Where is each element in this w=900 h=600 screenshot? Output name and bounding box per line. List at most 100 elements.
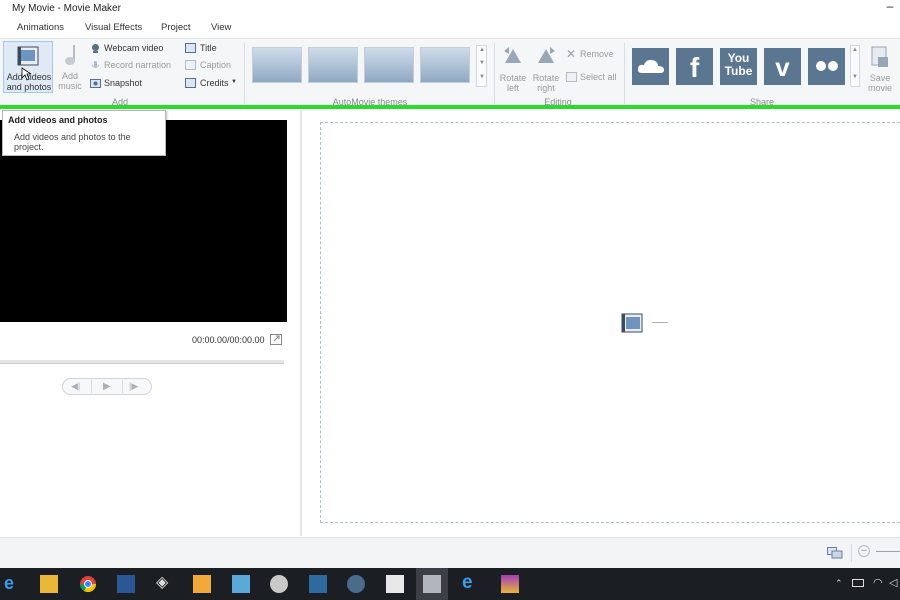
chevron-up-icon[interactable]: ⌃: [835, 578, 843, 589]
next-frame-button[interactable]: |▶: [129, 381, 138, 392]
share-youtube-button[interactable]: You Tube: [720, 48, 757, 85]
group-divider: [624, 43, 625, 105]
chrome-icon[interactable]: [79, 575, 97, 593]
film-photo-icon: [17, 46, 39, 66]
fullscreen-preview-icon[interactable]: [270, 334, 282, 345]
rotate-right-label: Rotate right: [532, 73, 560, 93]
save-movie-label: Save movie: [867, 73, 892, 93]
volume-icon[interactable]: ◁: [889, 576, 897, 589]
edge-icon[interactable]: e: [4, 574, 22, 592]
photos-icon[interactable]: [232, 575, 250, 593]
divider: [122, 380, 123, 393]
thumbnail-size-icon[interactable]: [827, 547, 843, 559]
caption-label: Caption: [200, 60, 232, 70]
webcam-label: Webcam video: [104, 43, 164, 53]
save-movie-button[interactable]: Save movie: [862, 43, 898, 93]
zoom-slider[interactable]: [876, 551, 900, 552]
snapshot-label: Snapshot: [104, 78, 143, 88]
gem-app-icon[interactable]: ◈: [156, 574, 174, 592]
caption-icon: [185, 60, 196, 70]
group-divider: [244, 43, 245, 105]
facebook-icon: f: [689, 52, 700, 83]
chevron-down-icon: ▼: [852, 74, 858, 80]
rotate-right-button[interactable]: Rotate right: [531, 43, 561, 93]
paint-icon[interactable]: [270, 575, 288, 593]
rotate-left-button[interactable]: Rotate left: [498, 43, 528, 93]
tooltip: Add videos and photos Add videos and pho…: [2, 110, 166, 156]
themes-gallery-scroll[interactable]: ▲ ▼ ▼: [476, 45, 487, 87]
group-divider: [494, 43, 495, 105]
steam-icon[interactable]: [347, 575, 365, 593]
add-music-button[interactable]: Add music: [56, 41, 84, 93]
window-title: My Movie - Movie Maker: [12, 3, 121, 14]
rotate-right-icon: [538, 47, 555, 63]
tab-animations[interactable]: Animations: [17, 22, 64, 33]
divider: [91, 380, 92, 393]
share-facebook-button[interactable]: f: [676, 48, 713, 85]
title-bar: My Movie - Movie Maker –: [0, 0, 900, 18]
save-movie-icon: [871, 46, 888, 67]
playback-controls: ◀| ▶ |▶: [62, 378, 152, 395]
theme-thumbnail[interactable]: [420, 47, 470, 83]
share-onedrive-button[interactable]: [632, 48, 669, 85]
chevron-up-icon: ▲: [852, 47, 858, 53]
theme-thumbnail[interactable]: [364, 47, 414, 83]
webcam-icon: [92, 44, 99, 53]
media-player-icon[interactable]: [193, 575, 211, 593]
movie-maker-icon: [423, 575, 441, 593]
previous-frame-button[interactable]: ◀|: [71, 381, 80, 392]
snapshot-icon: [90, 79, 101, 88]
gallery-expand-icon: ▼: [479, 74, 485, 80]
highlight-line: [0, 105, 900, 109]
tooltip-title: Add videos and photos: [8, 115, 108, 125]
minimize-button[interactable]: –: [884, 0, 896, 13]
ribbon-tabs: Animations Visual Effects Project View: [0, 18, 900, 38]
status-bar: –: [0, 537, 900, 569]
tooltip-body: Add videos and photos to the project.: [14, 132, 131, 152]
title-icon: [185, 43, 196, 53]
chevron-down-icon: ▼: [479, 60, 485, 66]
pane-splitter[interactable]: [300, 110, 302, 536]
winrar-icon[interactable]: [501, 575, 519, 593]
vimeo-icon: v: [775, 52, 790, 82]
select-all-icon: [566, 72, 577, 82]
remove-label: Remove: [580, 49, 614, 59]
divider: [851, 544, 852, 562]
share-vimeo-button[interactable]: v: [764, 48, 801, 85]
store-icon[interactable]: [386, 575, 404, 593]
chevron-down-icon: ▼: [231, 79, 237, 85]
theme-thumbnail[interactable]: [252, 47, 302, 83]
music-note-icon: [65, 45, 75, 65]
youtube-icon: You Tube: [724, 51, 753, 78]
tab-visual-effects[interactable]: Visual Effects: [85, 22, 142, 33]
flickr-icon: [816, 61, 838, 71]
narration-label: Record narration: [104, 60, 172, 70]
credits-icon: [185, 78, 196, 88]
file-explorer-icon[interactable]: [40, 575, 58, 593]
rotate-left-icon: [504, 47, 521, 63]
movie-maker-taskbar-button[interactable]: [416, 568, 448, 600]
tab-project[interactable]: Project: [161, 22, 191, 33]
play-button[interactable]: ▶: [103, 381, 111, 392]
timecode: 00:00.00/00:00.00: [192, 335, 265, 345]
terminal-icon[interactable]: [309, 575, 327, 593]
theme-thumbnail[interactable]: [308, 47, 358, 83]
wifi-icon[interactable]: ◠: [873, 576, 883, 589]
internet-explorer-icon[interactable]: e: [462, 573, 480, 592]
title-label: Title: [200, 43, 217, 53]
zoom-out-icon[interactable]: –: [858, 545, 870, 557]
microphone-icon: [91, 61, 100, 68]
seek-bar[interactable]: [0, 360, 284, 364]
add-media-placeholder-icon: [621, 313, 643, 333]
onedrive-icon: [637, 59, 664, 73]
close-icon: ✕: [566, 47, 577, 61]
tab-view[interactable]: View: [211, 22, 231, 33]
battery-icon[interactable]: [852, 579, 864, 587]
storyboard-area[interactable]: [320, 122, 900, 523]
select-all-label: Select all: [580, 72, 617, 82]
rotate-left-label: Rotate left: [499, 73, 527, 93]
word-icon[interactable]: [117, 575, 135, 593]
share-gallery-scroll[interactable]: ▲ ▼: [850, 45, 860, 87]
taskbar: e ◈ e ⌃ ◠ ◁: [0, 568, 900, 600]
share-flickr-button[interactable]: [808, 48, 845, 85]
